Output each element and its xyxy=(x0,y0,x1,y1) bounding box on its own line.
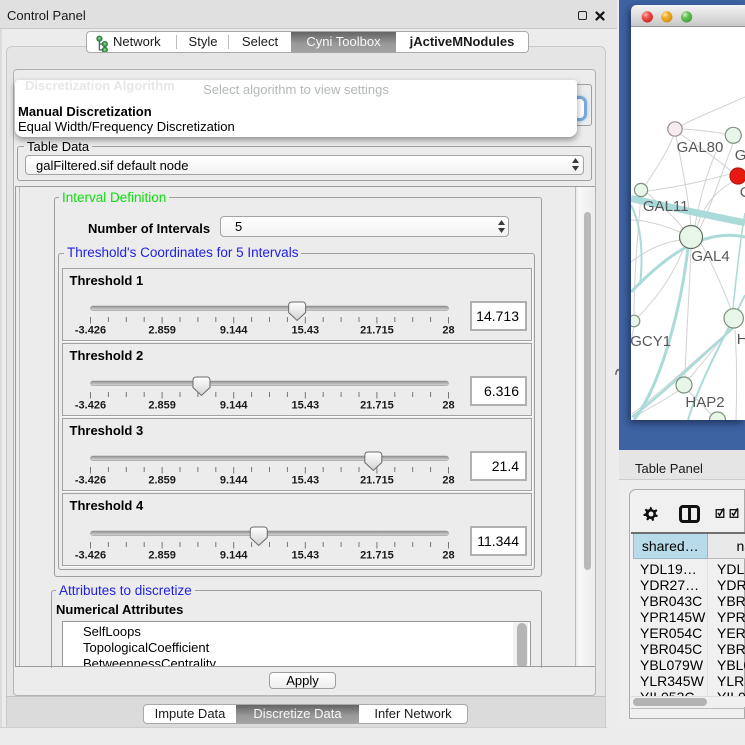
svg-text:GAL4: GAL4 xyxy=(691,248,729,265)
svg-text:15.43: 15.43 xyxy=(291,325,319,337)
svg-text:9.144: 9.144 xyxy=(219,550,247,562)
svg-text:21.715: 21.715 xyxy=(360,400,394,412)
svg-text:15.43: 15.43 xyxy=(291,475,319,487)
svg-text:C: C xyxy=(740,184,745,201)
svg-text:9.144: 9.144 xyxy=(219,475,247,487)
svg-text:G.: G. xyxy=(735,147,745,164)
svg-text:28: 28 xyxy=(442,325,454,337)
svg-text:2.859: 2.859 xyxy=(148,550,176,562)
svg-text:28: 28 xyxy=(442,400,454,412)
svg-text:GAL11: GAL11 xyxy=(643,198,689,215)
svg-text:28: 28 xyxy=(442,475,454,487)
svg-text:-3.426: -3.426 xyxy=(74,325,105,337)
svg-text:9.144: 9.144 xyxy=(219,400,247,412)
svg-text:21.715: 21.715 xyxy=(360,475,394,487)
svg-text:-3.426: -3.426 xyxy=(74,550,105,562)
svg-text:2.859: 2.859 xyxy=(148,475,176,487)
svg-text:2.859: 2.859 xyxy=(148,325,176,337)
svg-text:9.144: 9.144 xyxy=(219,325,247,337)
svg-text:H: H xyxy=(737,331,745,348)
svg-text:21.715: 21.715 xyxy=(360,325,394,337)
svg-text:21.715: 21.715 xyxy=(360,550,394,562)
svg-text:-3.426: -3.426 xyxy=(74,475,105,487)
svg-text:-3.426: -3.426 xyxy=(74,400,105,412)
svg-text:28: 28 xyxy=(442,550,454,562)
svg-text:15.43: 15.43 xyxy=(291,400,319,412)
svg-text:15.43: 15.43 xyxy=(291,550,319,562)
svg-text:GAL80: GAL80 xyxy=(677,139,724,156)
svg-text:GCY1: GCY1 xyxy=(631,333,671,350)
svg-text:HAP2: HAP2 xyxy=(685,394,724,411)
svg-text:2.859: 2.859 xyxy=(148,400,176,412)
